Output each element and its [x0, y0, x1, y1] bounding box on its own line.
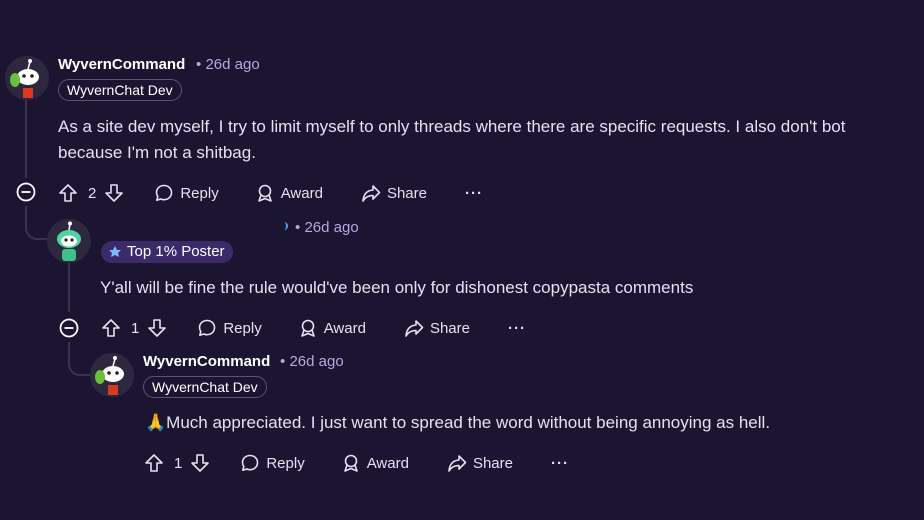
more-options-button[interactable]: ··· — [465, 185, 483, 202]
downvote-button[interactable] — [190, 453, 210, 473]
timestamp-text: 26d ago — [289, 353, 344, 370]
achievement-badge[interactable]: Top 1% Poster — [101, 241, 233, 263]
upvote-icon — [145, 454, 163, 472]
timestamp-text: 26d ago — [304, 219, 359, 236]
comment-body: As a site dev myself, I try to limit mys… — [58, 114, 920, 166]
award-icon — [300, 319, 315, 337]
reply-button[interactable]: Reply — [197, 318, 262, 338]
thread-connector-1 — [25, 206, 47, 240]
award-icon — [257, 184, 272, 202]
separator-dot: • — [280, 353, 286, 370]
comment-body: Y'all will be fine the rule would've bee… — [100, 278, 694, 297]
comment-author[interactable]: WyvernCommand — [58, 56, 185, 73]
vote-count: 1 — [131, 319, 140, 337]
downvote-button[interactable] — [147, 318, 167, 338]
share-icon — [405, 320, 424, 337]
reply-icon — [199, 319, 216, 336]
reply-button[interactable]: Reply — [240, 453, 305, 473]
separator-dot: • — [295, 219, 301, 236]
award-label: Award — [366, 454, 409, 472]
reply-icon — [156, 184, 173, 201]
comment-timestamp[interactable]: • 26d ago — [280, 353, 344, 370]
comment-actions: 1 Reply Award Share ··· — [101, 314, 526, 342]
upvote-button[interactable] — [101, 318, 121, 338]
snoo-avatar-icon — [5, 56, 49, 100]
share-label: Share — [472, 454, 513, 472]
upvote-button[interactable] — [58, 183, 78, 203]
share-button[interactable]: Share — [361, 183, 427, 203]
thread-connector-2 — [68, 342, 90, 376]
comment-actions: 2 Reply Award Share ··· — [58, 179, 483, 207]
more-options-button[interactable]: ··· — [551, 455, 569, 472]
more-icon: ··· — [507, 319, 526, 337]
collapse-icon — [16, 182, 36, 202]
comment-author[interactable]: WyvernCommand — [143, 353, 270, 370]
share-label: Share — [429, 319, 470, 337]
separator-dot: • — [196, 56, 202, 73]
user-flair: WyvernChat Dev — [58, 79, 182, 101]
more-icon: ··· — [550, 454, 569, 472]
comment-body-line: because I'm not a shitbag. — [58, 143, 256, 162]
award-label: Award — [323, 319, 366, 337]
award-icon — [343, 454, 358, 472]
achievement-icon — [109, 246, 121, 257]
award-button[interactable]: Award — [255, 183, 323, 203]
user-flair: WyvernChat Dev — [143, 376, 267, 398]
reply-label: Reply — [223, 319, 262, 337]
downvote-button[interactable] — [104, 183, 124, 203]
achievement-label: Top 1% Poster — [127, 243, 225, 260]
upvote-button[interactable] — [144, 453, 164, 473]
reply-icon — [242, 454, 259, 471]
reply-label: Reply — [180, 184, 219, 202]
avatar[interactable] — [47, 219, 91, 263]
comment-body-text: Much appreciated. I just want to spread … — [166, 413, 771, 432]
downvote-icon — [191, 454, 210, 472]
more-icon: ··· — [464, 184, 483, 202]
vote-count: 2 — [88, 184, 97, 202]
comment-actions: 1 Reply Award Share ··· — [144, 449, 569, 477]
reply-label: Reply — [266, 454, 305, 472]
upvote-icon — [59, 184, 77, 202]
collapse-button[interactable] — [16, 182, 36, 202]
comment-thread: WyvernCommand • 26d ago WyvernChat Dev A… — [0, 0, 924, 520]
deleted-username-marker — [284, 222, 288, 230]
thread-line-root[interactable] — [25, 100, 27, 178]
share-icon — [448, 455, 467, 472]
vote-count: 1 — [174, 454, 183, 472]
upvote-icon — [102, 319, 120, 337]
avatar[interactable] — [5, 56, 49, 100]
share-button[interactable]: Share — [404, 318, 470, 338]
thread-line-child[interactable] — [68, 262, 70, 312]
comment-timestamp[interactable]: • 26d ago — [295, 219, 359, 236]
award-button[interactable]: Award — [298, 318, 366, 338]
comment-timestamp[interactable]: • 26d ago — [196, 56, 260, 73]
comment-body-line: As a site dev myself, I try to limit mys… — [58, 117, 846, 136]
award-button[interactable]: Award — [341, 453, 409, 473]
share-button[interactable]: Share — [447, 453, 513, 473]
downvote-icon — [148, 319, 167, 337]
award-label: Award — [280, 184, 323, 202]
pray-emoji-icon: 🙏 — [145, 413, 167, 432]
downvote-icon — [105, 184, 124, 202]
reply-button[interactable]: Reply — [154, 183, 219, 203]
snoo-avatar-icon — [90, 353, 134, 397]
collapse-icon — [59, 318, 79, 338]
comment-body: 🙏Much appreciated. I just want to spread… — [145, 410, 770, 436]
more-options-button[interactable]: ··· — [508, 320, 526, 337]
share-icon — [362, 185, 381, 202]
timestamp-text: 26d ago — [205, 56, 260, 73]
collapse-button[interactable] — [59, 318, 79, 338]
snoo-avatar-icon — [47, 219, 91, 263]
avatar[interactable] — [90, 353, 134, 397]
share-label: Share — [386, 184, 427, 202]
